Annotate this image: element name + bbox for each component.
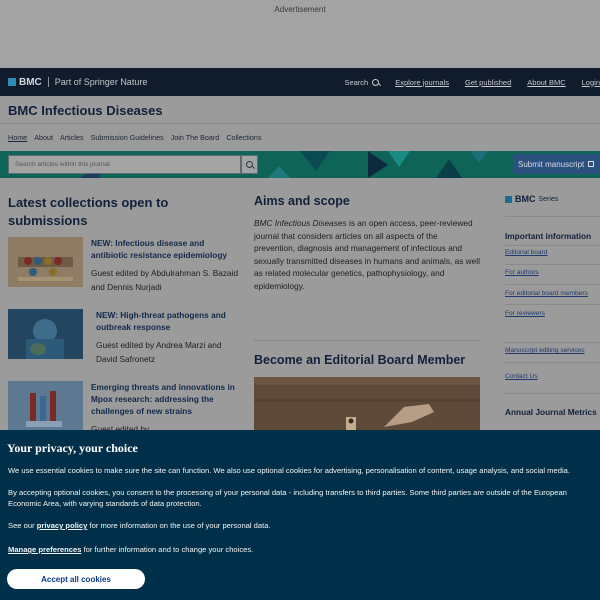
search-button[interactable]: Search xyxy=(344,77,380,87)
editorial-board-heading: Become an Editorial Board Member xyxy=(254,353,466,367)
manage-preferences-link[interactable]: Manage preferences xyxy=(8,545,81,554)
search-input[interactable]: Search articles within this journal xyxy=(8,155,241,174)
series-brand: BMC xyxy=(515,194,536,204)
aims-body: is an open access, peer-reviewed journal… xyxy=(254,218,480,291)
privacy-text-post: for more information on the use of your … xyxy=(87,521,271,530)
collection-thumbnail xyxy=(8,381,83,431)
important-information-heading: Important information xyxy=(505,231,592,241)
search-icon xyxy=(372,78,380,86)
submit-manuscript-label: Submit manuscript xyxy=(518,159,585,169)
aims-text: BMC Infectious Diseases is an open acces… xyxy=(254,217,480,293)
aims-section: Aims and scope BMC Infectious Diseases i… xyxy=(254,194,480,293)
series-label: Series xyxy=(538,195,559,203)
main-content: Latest collections open to submissions N… xyxy=(0,178,600,434)
cookie-text-essential: We use essential cookies to make sure th… xyxy=(8,466,570,475)
collection-title[interactable]: NEW: High-threat pathogens and outbreak … xyxy=(96,309,241,333)
sidebar-divider xyxy=(505,216,600,217)
journal-header: BMC Infectious Diseases xyxy=(0,96,600,124)
journal-navigation: Home About Articles Submission Guideline… xyxy=(0,124,600,151)
bmc-logo[interactable]: BMC Part of Springer Nature xyxy=(8,77,147,88)
bmc-series-logo[interactable]: BMC Series xyxy=(505,194,600,204)
privacy-text-pre: See our xyxy=(8,521,37,530)
advertisement-label: Advertisement xyxy=(274,5,326,14)
brand-divider xyxy=(47,77,49,87)
bmc-series-icon xyxy=(505,195,512,203)
collection-title[interactable]: NEW: Infectious disease and antibiotic r… xyxy=(91,237,241,261)
sidebar-divider xyxy=(505,362,600,363)
cookie-banner: Your privacy, your choice We use essenti… xyxy=(0,430,600,600)
collection-title[interactable]: Emerging threats and innovations in Mpox… xyxy=(91,381,241,417)
sidebar-divider xyxy=(505,393,600,394)
search-submit-button[interactable] xyxy=(241,155,258,174)
brand-name: BMC xyxy=(19,76,42,88)
cookie-text-preferences: Manage preferences for further informati… xyxy=(8,544,596,555)
advertisement-bar: Advertisement xyxy=(0,0,600,68)
nav-collections[interactable]: Collections xyxy=(226,133,261,142)
collection-editors: Guest edited by Andrea Marzi and David S… xyxy=(96,340,222,364)
preferences-text-post: for further information and to change yo… xyxy=(81,545,254,554)
collection-thumbnail xyxy=(8,237,83,287)
about-bmc-link[interactable]: About BMC xyxy=(527,78,565,87)
for-reviewers-link[interactable]: For reviewers xyxy=(505,310,545,317)
aims-heading: Aims and scope xyxy=(254,194,350,208)
search-icon xyxy=(246,161,253,168)
nav-home[interactable]: Home xyxy=(8,133,27,142)
nav-submission-guidelines[interactable]: Submission Guidelines xyxy=(91,133,164,142)
search-label: Search xyxy=(344,77,369,87)
brand-subtitle: Part of Springer Nature xyxy=(54,77,148,87)
sidebar-divider xyxy=(505,342,600,343)
submit-manuscript-button[interactable]: Submit manuscript xyxy=(513,154,600,174)
sidebar-divider xyxy=(505,245,600,246)
nav-articles[interactable]: Articles xyxy=(60,133,84,142)
editorial-board-link[interactable]: Editorial board xyxy=(505,249,548,256)
manuscript-editing-services-link[interactable]: Manuscript editing services xyxy=(505,347,585,354)
annual-journal-metrics-heading: Annual Journal Metrics xyxy=(505,407,597,417)
get-published-link[interactable]: Get published xyxy=(465,78,511,87)
cookie-heading: Your privacy, your choice xyxy=(7,441,138,455)
editorial-board-image xyxy=(254,377,480,430)
for-authors-link[interactable]: For authors xyxy=(505,269,539,276)
external-link-icon xyxy=(588,161,595,167)
collection-thumbnail xyxy=(8,309,83,359)
privacy-policy-link[interactable]: privacy policy xyxy=(37,521,88,530)
sidebar: BMC Series Important information Editori… xyxy=(505,194,600,417)
login-link[interactable]: Login xyxy=(582,78,600,87)
for-editorial-board-members-link[interactable]: For editorial board members xyxy=(505,290,588,297)
nav-join-the-board[interactable]: Join The Board xyxy=(171,133,220,142)
cookie-text-consent: By accepting optional cookies, you conse… xyxy=(8,488,567,508)
collection-editors: Guest edited by Abdulrahman S. Bazaid an… xyxy=(91,268,239,292)
accept-all-cookies-button[interactable]: Accept all cookies xyxy=(7,569,145,589)
search-band: Search articles within this journal Subm… xyxy=(0,151,600,178)
bmc-logo-icon xyxy=(8,78,16,86)
sidebar-divider xyxy=(505,304,600,305)
collections-heading: Latest collections open to submissions xyxy=(8,195,169,228)
section-divider xyxy=(254,340,480,341)
top-navigation: BMC Part of Springer Nature Search Explo… xyxy=(0,68,600,96)
cookie-text-privacy: See our privacy policy for more informat… xyxy=(8,520,596,531)
nav-about[interactable]: About xyxy=(34,133,53,142)
contact-us-link[interactable]: Contact Us xyxy=(505,373,538,380)
journal-title[interactable]: BMC Infectious Diseases xyxy=(8,103,163,118)
explore-journals-link[interactable]: Explore journals xyxy=(395,78,449,87)
sidebar-divider xyxy=(505,284,600,285)
sidebar-divider xyxy=(505,264,600,265)
aims-journal-name: BMC Infectious Diseases xyxy=(254,218,347,228)
collections-section: Latest collections open to submissions N… xyxy=(8,194,240,434)
